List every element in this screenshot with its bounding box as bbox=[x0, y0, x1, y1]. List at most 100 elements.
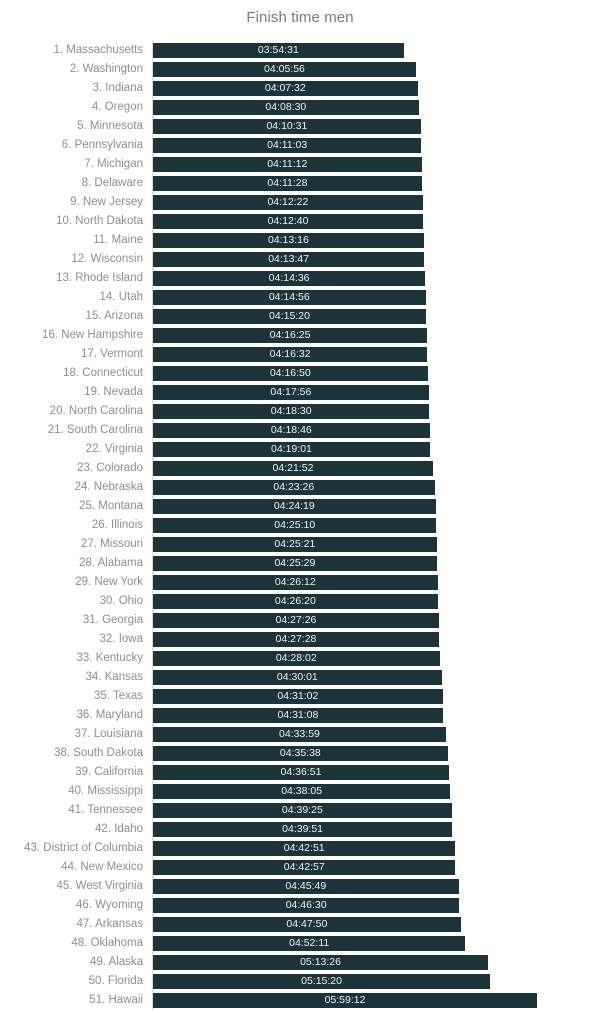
bar[interactable]: 04:24:19 bbox=[153, 499, 436, 514]
bar[interactable]: 04:30:01 bbox=[153, 670, 442, 685]
bar-wrapper: 04:46:30 bbox=[153, 898, 460, 913]
bar-value-label: 04:46:30 bbox=[285, 899, 327, 911]
bar-value-label: 04:31:08 bbox=[277, 709, 319, 721]
bar[interactable]: 04:13:47 bbox=[153, 252, 425, 267]
bar-row: 24. Nebraska 04:23:26 bbox=[0, 478, 600, 497]
bar[interactable]: 04:12:40 bbox=[153, 214, 424, 229]
bar[interactable]: 04:25:29 bbox=[153, 556, 437, 571]
bar[interactable]: 04:45:49 bbox=[153, 879, 459, 894]
bar-category-label: 10. North Dakota bbox=[56, 215, 143, 227]
bar[interactable]: 04:35:38 bbox=[153, 746, 448, 761]
bar[interactable]: 04:13:16 bbox=[153, 233, 424, 248]
bar[interactable]: 04:12:22 bbox=[153, 195, 423, 210]
bar[interactable]: 04:23:26 bbox=[153, 480, 435, 495]
bar-wrapper: 04:27:26 bbox=[153, 613, 439, 628]
bar[interactable]: 04:33:59 bbox=[153, 727, 446, 742]
bar-wrapper: 04:27:28 bbox=[153, 632, 439, 647]
bar-wrapper: 04:38:05 bbox=[153, 784, 451, 799]
bar[interactable]: 04:27:28 bbox=[153, 632, 439, 647]
bar-wrapper: 04:11:03 bbox=[153, 138, 422, 153]
bar[interactable]: 04:10:31 bbox=[153, 119, 421, 134]
bar-value-label: 04:11:28 bbox=[267, 177, 308, 189]
bar-wrapper: 04:23:26 bbox=[153, 480, 435, 495]
bar[interactable]: 04:25:10 bbox=[153, 518, 437, 533]
bar-row: 12. Wisconsin 04:13:47 bbox=[0, 250, 600, 269]
bar-row: 46. Wyoming 04:46:30 bbox=[0, 896, 600, 915]
bar-wrapper: 04:39:51 bbox=[153, 822, 453, 837]
bar[interactable]: 05:15:20 bbox=[153, 974, 491, 989]
bar[interactable]: 04:11:12 bbox=[153, 157, 422, 172]
bar[interactable]: 04:25:21 bbox=[153, 537, 437, 552]
bar[interactable]: 04:15:20 bbox=[153, 309, 426, 324]
bar[interactable]: 04:39:25 bbox=[153, 803, 452, 818]
bar-category-label: 28. Alabama bbox=[79, 557, 143, 569]
bar[interactable]: 04:42:51 bbox=[153, 841, 456, 856]
bar-value-label: 04:23:26 bbox=[273, 481, 315, 493]
bar-wrapper: 04:18:46 bbox=[153, 423, 430, 438]
bar[interactable]: 04:17:56 bbox=[153, 385, 429, 400]
bar-wrapper: 03:54:31 bbox=[153, 43, 404, 58]
bar[interactable]: 05:59:12 bbox=[153, 993, 537, 1008]
bar[interactable]: 04:36:51 bbox=[153, 765, 449, 780]
bar[interactable]: 04:31:08 bbox=[153, 708, 443, 723]
bar[interactable]: 04:11:28 bbox=[153, 176, 422, 191]
bar[interactable]: 03:54:31 bbox=[153, 43, 404, 58]
bar[interactable]: 05:13:26 bbox=[153, 955, 489, 970]
bar-value-label: 04:27:26 bbox=[275, 614, 317, 626]
bar[interactable]: 04:27:26 bbox=[153, 613, 439, 628]
bar-wrapper: 04:14:56 bbox=[153, 290, 426, 305]
bar-wrapper: 04:10:31 bbox=[153, 119, 421, 134]
bar-row: 26. Illinois 04:25:10 bbox=[0, 516, 600, 535]
bar-value-label: 04:45:49 bbox=[285, 880, 327, 892]
bar-category-label: 18. Connecticut bbox=[63, 367, 143, 379]
bar-value-label: 04:07:32 bbox=[264, 82, 306, 94]
bar-category-label: 19. Nevada bbox=[84, 386, 143, 398]
bar-row: 14. Utah 04:14:56 bbox=[0, 288, 600, 307]
bar-wrapper: 04:52:11 bbox=[153, 936, 466, 951]
bar[interactable]: 04:28:02 bbox=[153, 651, 440, 666]
bar-row: 27. Missouri 04:25:21 bbox=[0, 535, 600, 554]
bar[interactable]: 04:16:50 bbox=[153, 366, 428, 381]
bar[interactable]: 04:26:20 bbox=[153, 594, 438, 609]
bar[interactable]: 04:18:30 bbox=[153, 404, 430, 419]
bar-value-label: 04:42:51 bbox=[283, 842, 325, 854]
bar[interactable]: 04:11:03 bbox=[153, 138, 422, 153]
bar[interactable]: 04:18:46 bbox=[153, 423, 430, 438]
bar[interactable]: 04:05:56 bbox=[153, 62, 416, 77]
bar[interactable]: 04:42:57 bbox=[153, 860, 456, 875]
bar-category-label: 48. Oklahoma bbox=[71, 937, 143, 949]
bar[interactable]: 04:47:50 bbox=[153, 917, 461, 932]
bar[interactable]: 04:14:56 bbox=[153, 290, 426, 305]
bar-value-label: 04:19:01 bbox=[271, 443, 312, 455]
bar[interactable]: 04:08:30 bbox=[153, 100, 419, 115]
bar-row: 4. Oregon 04:08:30 bbox=[0, 98, 600, 117]
bar[interactable]: 04:46:30 bbox=[153, 898, 460, 913]
bar-wrapper: 04:18:30 bbox=[153, 404, 430, 419]
bar-value-label: 04:39:51 bbox=[282, 823, 324, 835]
bar-row: 29. New York 04:26:12 bbox=[0, 573, 600, 592]
bar[interactable]: 04:26:12 bbox=[153, 575, 438, 590]
bar[interactable]: 04:39:51 bbox=[153, 822, 453, 837]
bar-row: 51. Hawaii 05:59:12 bbox=[0, 991, 600, 1010]
bar-wrapper: 04:24:19 bbox=[153, 499, 436, 514]
bar[interactable]: 04:38:05 bbox=[153, 784, 451, 799]
bar[interactable]: 04:19:01 bbox=[153, 442, 430, 457]
bar[interactable]: 04:16:25 bbox=[153, 328, 428, 343]
bar-row: 33. Kentucky 04:28:02 bbox=[0, 649, 600, 668]
bar[interactable]: 04:14:36 bbox=[153, 271, 426, 286]
bar-wrapper: 04:42:57 bbox=[153, 860, 456, 875]
bar-category-label: 3. Indiana bbox=[92, 82, 143, 94]
bar[interactable]: 04:21:52 bbox=[153, 461, 433, 476]
bar[interactable]: 04:16:32 bbox=[153, 347, 428, 362]
bar-wrapper: 04:25:29 bbox=[153, 556, 437, 571]
bar-row: 15. Arizona 04:15:20 bbox=[0, 307, 600, 326]
bar-row: 23. Colorado 04:21:52 bbox=[0, 459, 600, 478]
bar-value-label: 04:36:51 bbox=[280, 766, 322, 778]
bar[interactable]: 04:52:11 bbox=[153, 936, 466, 951]
bar-wrapper: 04:35:38 bbox=[153, 746, 448, 761]
bar-row: 9. New Jersey 04:12:22 bbox=[0, 193, 600, 212]
bar[interactable]: 04:31:02 bbox=[153, 689, 443, 704]
bar-value-label: 04:13:47 bbox=[268, 253, 310, 265]
bar[interactable]: 04:07:32 bbox=[153, 81, 418, 96]
bar-category-label: 8. Delaware bbox=[81, 177, 143, 189]
